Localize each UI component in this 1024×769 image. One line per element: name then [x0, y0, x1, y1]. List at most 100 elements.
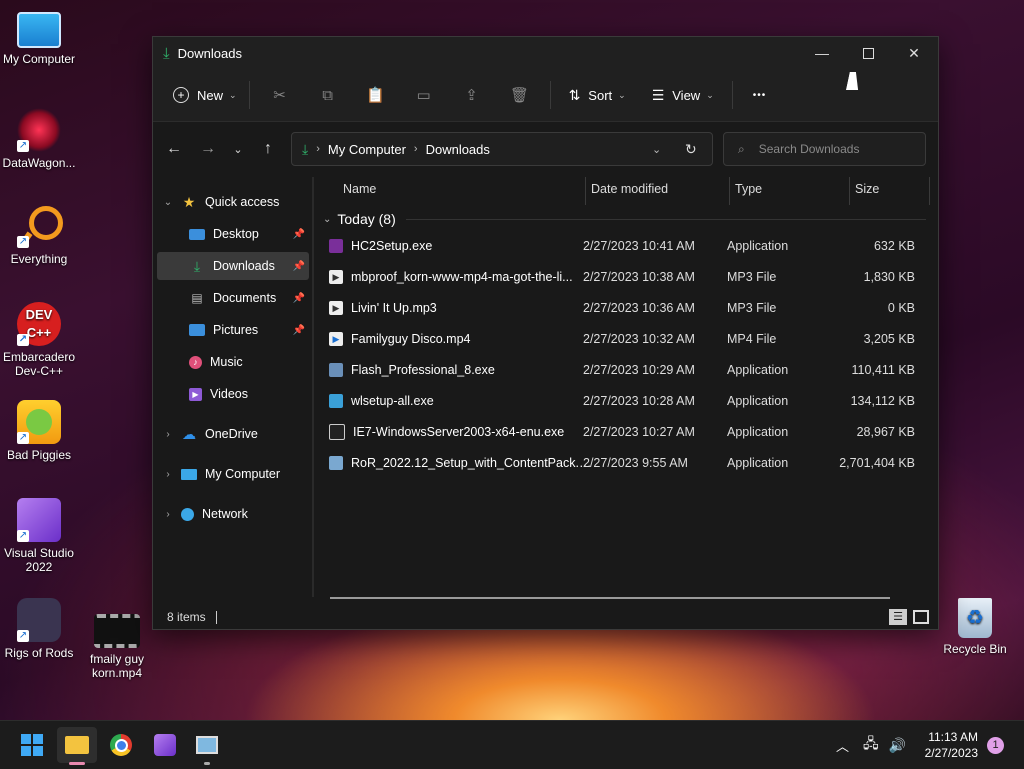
sidebar-item-pictures[interactable]: Pictures 📌 — [157, 316, 309, 344]
sidebar-item-quick-access[interactable]: ⌄ ★ Quick access — [157, 188, 309, 216]
group-header-today[interactable]: ⌄ Today (8) — [323, 211, 926, 227]
breadcrumb-chevron-icon: › — [316, 143, 320, 155]
minimize-button[interactable]: — — [799, 37, 845, 69]
volume-icon[interactable]: 🔊 — [889, 737, 906, 754]
delete-icon[interactable]: 🗑 — [510, 85, 530, 105]
download-icon: ⤓ — [302, 140, 309, 157]
desktop-icon-rigs-of-rods[interactable]: ↗ Rigs of Rods — [0, 598, 78, 660]
column-divider[interactable] — [849, 177, 850, 205]
start-button[interactable] — [12, 727, 52, 763]
desktop-icon-my-computer[interactable]: My Computer — [0, 10, 78, 66]
breadcrumb-downloads[interactable]: Downloads — [426, 142, 490, 157]
address-dropdown-chevron-icon[interactable]: ⌄ — [652, 143, 661, 156]
sidebar-item-onedrive[interactable]: › ☁ OneDrive — [157, 420, 309, 448]
desktop-icon-label: Rigs of Rods — [4, 646, 74, 660]
back-arrow-icon[interactable]: ← — [157, 140, 191, 158]
share-icon[interactable]: ⇪ — [462, 85, 482, 105]
forward-arrow-icon[interactable]: → — [191, 140, 225, 158]
file-date: 2/27/2023 10:28 AM — [583, 394, 695, 408]
up-arrow-icon[interactable]: ↑ — [251, 140, 285, 158]
clock[interactable]: 11:13 AM 2/27/2023 — [916, 721, 978, 769]
chevron-right-icon[interactable]: › — [161, 509, 175, 520]
maximize-button[interactable] — [845, 37, 891, 69]
maximize-icon — [862, 47, 874, 59]
rename-icon[interactable]: ▭ — [414, 85, 434, 105]
sidebar-item-label: Desktop — [213, 227, 259, 241]
desktop-icon-visual-studio[interactable]: ↗ Visual Studio 2022 — [0, 498, 78, 574]
desktop-icon-video-file[interactable]: fmaily guy korn.mp4 — [78, 610, 156, 680]
view-label: View — [672, 87, 701, 103]
desktop-icon-bad-piggies[interactable]: ↗ Bad Piggies — [0, 400, 78, 462]
sort-button[interactable]: ⇅ Sort ⌄ — [563, 79, 632, 111]
sidebar-item-network[interactable]: › Network — [157, 500, 309, 528]
copy-icon[interactable]: ⧉ — [318, 85, 338, 105]
details-view-icon[interactable]: ☰ — [889, 609, 907, 625]
music-icon: ♪ — [189, 355, 202, 369]
table-row[interactable]: IE7-WindowsServer2003-x64-enu.exe 2/27/2… — [329, 417, 925, 447]
taskbar-app[interactable] — [187, 727, 227, 765]
new-label: New — [197, 87, 224, 103]
table-row[interactable]: ▶ mbproof_korn-www-mp4-ma-got-the-li... … — [329, 262, 925, 292]
breadcrumb-my-computer[interactable]: My Computer — [328, 142, 406, 157]
horizontal-scrollbar[interactable] — [330, 597, 890, 599]
taskbar-file-explorer[interactable] — [57, 727, 97, 765]
bad-piggies-icon: ↗ — [17, 400, 61, 444]
sidebar-item-downloads[interactable]: ⤓ Downloads 📌 — [157, 252, 309, 280]
close-icon: ✕ — [908, 44, 920, 61]
file-name: HC2Setup.exe — [351, 239, 433, 253]
desktop-icon-recycle-bin[interactable]: ♻ Recycle Bin — [936, 598, 1014, 656]
column-header-name[interactable]: Name — [343, 177, 376, 201]
sidebar-item-my-computer[interactable]: › My Computer — [157, 460, 309, 488]
table-row[interactable]: ▶ Livin' It Up.mp3 2/27/2023 10:36 AM MP… — [329, 293, 925, 323]
notification-center[interactable]: 1 — [987, 721, 1004, 769]
column-divider[interactable] — [929, 177, 930, 205]
sidebar-item-videos[interactable]: ▶ Videos — [157, 380, 309, 408]
sidebar-item-label: OneDrive — [205, 427, 258, 441]
table-row[interactable]: RoR_2022.12_Setup_with_ContentPack.exe 2… — [329, 448, 925, 478]
file-type: MP3 File — [727, 270, 777, 284]
taskbar-visual-studio[interactable] — [145, 727, 185, 763]
search-box[interactable]: ⌕ — [723, 132, 926, 166]
column-header-type[interactable]: Type — [735, 177, 762, 201]
table-row[interactable]: Flash_Professional_8.exe 2/27/2023 10:29… — [329, 355, 925, 385]
sidebar-item-desktop[interactable]: Desktop 📌 — [157, 220, 309, 248]
paste-icon[interactable]: 📋 — [366, 85, 386, 105]
table-row[interactable]: ▶ Familyguy Disco.mp4 2/27/2023 10:32 AM… — [329, 324, 925, 354]
desktop-icon-everything[interactable]: ↗ Everything — [0, 204, 78, 266]
chevron-right-icon[interactable]: › — [161, 429, 175, 440]
clock-time: 11:13 AM — [928, 730, 978, 744]
sidebar-item-documents[interactable]: ▤ Documents 📌 — [157, 284, 309, 312]
taskbar-chrome[interactable] — [101, 727, 141, 763]
table-row[interactable]: wlsetup-all.exe 2/27/2023 10:28 AM Appli… — [329, 386, 925, 416]
close-button[interactable]: ✕ — [891, 37, 937, 69]
chevron-down-icon[interactable]: ⌄ — [161, 197, 175, 208]
download-icon: ⤓ — [163, 44, 170, 62]
cloud-icon: ☁ — [182, 425, 196, 442]
sidebar-item-music[interactable]: ♪ Music — [157, 348, 309, 376]
sidebar-scrollbar[interactable] — [312, 177, 314, 597]
new-button[interactable]: + New ⌄ — [167, 79, 243, 111]
show-hidden-icons-chevron-icon[interactable]: ︿ — [836, 736, 849, 755]
tiles-view-icon[interactable] — [913, 610, 929, 624]
monitor-icon — [17, 12, 61, 48]
file-name: mbproof_korn-www-mp4-ma-got-the-li... — [351, 270, 573, 284]
network-icon[interactable]: 🖧 — [863, 733, 879, 757]
recent-locations-chevron-icon[interactable]: ⌄ — [225, 143, 251, 156]
more-options-button[interactable]: ••• — [747, 79, 773, 111]
desktop-icon-devcpp[interactable]: DEV C++ ↗ Embarcadero Dev-C++ — [0, 302, 78, 378]
table-row[interactable]: HC2Setup.exe 2/27/2023 10:41 AM Applicat… — [329, 231, 925, 261]
desktop-icon-datawagon[interactable]: ↗ DataWagon... — [0, 108, 78, 170]
file-size: 3,205 KB — [863, 332, 915, 346]
column-header-size[interactable]: Size — [855, 177, 879, 201]
chevron-right-icon[interactable]: › — [161, 469, 175, 480]
chevron-down-icon: ⌄ — [706, 89, 714, 100]
column-divider[interactable] — [585, 177, 586, 205]
column-header-date[interactable]: Date modified — [591, 177, 668, 201]
view-button[interactable]: ☰ View ⌄ — [646, 79, 720, 111]
cut-icon[interactable]: ✂ — [270, 85, 290, 105]
address-bar[interactable]: ⤓ › My Computer › Downloads ⌄ ↻ — [291, 132, 713, 166]
column-divider[interactable] — [729, 177, 730, 205]
refresh-icon[interactable]: ↻ — [685, 141, 697, 158]
search-input[interactable] — [756, 141, 911, 157]
taskbar: ︿ 🖧 🔊 11:13 AM 2/27/2023 1 — [0, 720, 1024, 769]
